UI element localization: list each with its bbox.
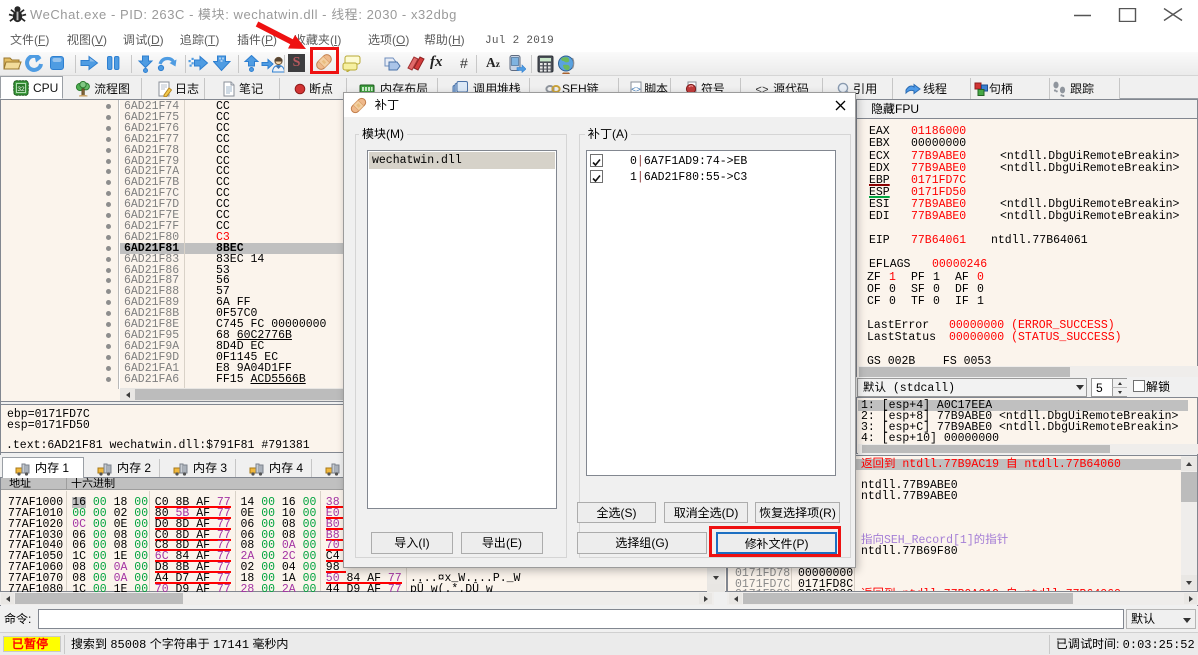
svg-text:32: 32: [17, 86, 25, 93]
